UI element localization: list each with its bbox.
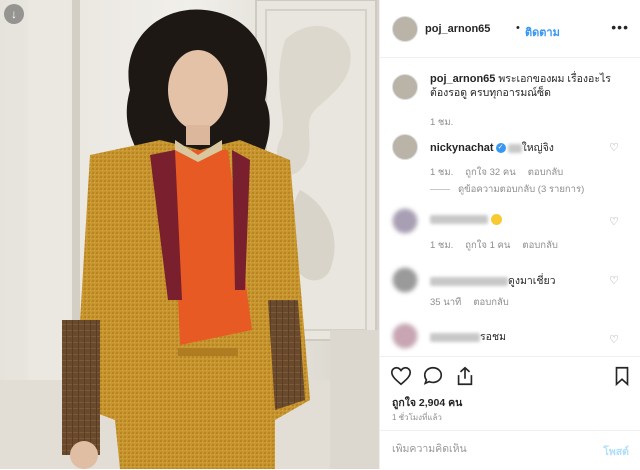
comment-likes[interactable]: ถูกใจ 32 คน — [465, 167, 515, 178]
reply-button[interactable]: ตอบกลับ — [473, 297, 509, 308]
comment-text-line: รอชม — [430, 328, 506, 345]
comment-meta: 1 ชม. ถูกใจ 32 คน ตอบกลับ — [430, 165, 575, 180]
reply-button[interactable]: ตอบกลับ — [528, 167, 564, 178]
view-replies-label: ดูข้อความตอบกลับ (3 รายการ) — [458, 184, 585, 195]
add-comment-input[interactable] — [392, 443, 582, 455]
follow-button[interactable]: ติดตาม — [525, 23, 560, 41]
avatar[interactable] — [392, 134, 418, 160]
comment-time[interactable]: 35 นาที — [430, 297, 461, 308]
posted-time[interactable]: 1 ชั่วโมงที่แล้ว — [392, 411, 442, 424]
heart-icon[interactable] — [390, 365, 412, 387]
post-photo[interactable]: ↓ — [0, 0, 379, 469]
avatar[interactable] — [392, 323, 418, 349]
blurred-username — [430, 276, 508, 286]
blurred-username — [430, 214, 488, 224]
post-header: poj_arnon65 • ติดตาม ••• — [380, 0, 640, 58]
comment-text-line: ดูงมาเชี่ยว — [430, 272, 556, 289]
post-photo-illustration — [0, 0, 379, 469]
ellipsis-icon[interactable]: ••• — [611, 19, 629, 35]
comment-text: ดูงมาเชี่ยว — [508, 275, 556, 287]
view-replies-button[interactable]: ดูข้อความตอบกลับ (3 รายการ) — [430, 182, 584, 197]
instagram-post-view: ↓ poj_arnon65 • ติดตาม ••• poj_arnon65 พ… — [0, 0, 640, 469]
comment-like-heart-icon[interactable]: ♡ — [609, 333, 619, 346]
comment-text: ใหญ่จิง — [521, 142, 554, 154]
comment-username[interactable]: nickynachat — [430, 142, 494, 154]
avatar[interactable] — [392, 16, 418, 42]
caption-text-block: poj_arnon65 พระเอกของผม เรื่องอะไร ต้องร… — [430, 72, 630, 100]
caption-username[interactable]: poj_arnon65 — [430, 73, 495, 85]
post-comment-button[interactable]: โพสต์ — [603, 443, 629, 460]
blurred-mention — [507, 143, 522, 153]
verified-badge-icon: ✓ — [495, 143, 506, 154]
comment-meta: 35 นาที ตอบกลับ — [430, 295, 521, 310]
comment-like-heart-icon[interactable]: ♡ — [609, 141, 619, 154]
caption-time[interactable]: 1 ชม. — [430, 115, 453, 130]
reply-button[interactable]: ตอบกลับ — [522, 240, 558, 251]
likes-count[interactable]: ถูกใจ 2,904 คน — [392, 394, 462, 411]
avatar[interactable] — [392, 208, 418, 234]
avatar[interactable] — [392, 267, 418, 293]
replies-divider — [430, 188, 450, 190]
add-comment-bar: โพสต์ — [380, 430, 640, 470]
comment-icon[interactable] — [422, 365, 444, 387]
grinning-face-emoji-icon — [491, 213, 502, 225]
comment-text-line: nickynachat ✓ ใหญ่จิง — [430, 139, 554, 156]
comment-time[interactable]: 1 ชม. — [430, 167, 453, 178]
comment-text: รอชม — [480, 331, 506, 343]
comment-text-line — [430, 213, 502, 225]
post-side-panel: poj_arnon65 • ติดตาม ••• poj_arnon65 พระ… — [379, 0, 640, 469]
download-arrow-icon[interactable]: ↓ — [4, 4, 24, 24]
bookmark-icon[interactable] — [611, 365, 633, 387]
avatar[interactable] — [392, 74, 418, 100]
share-icon[interactable] — [454, 365, 476, 387]
comment-like-heart-icon[interactable]: ♡ — [609, 274, 619, 287]
comment-like-heart-icon[interactable]: ♡ — [609, 215, 619, 228]
comment-time[interactable]: 1 ชม. — [430, 240, 453, 251]
blurred-username — [430, 332, 480, 342]
header-username[interactable]: poj_arnon65 — [425, 23, 490, 35]
post-actions-section: ถูกใจ 2,904 คน 1 ชั่วโมงที่แล้ว โพสต์ — [380, 356, 640, 469]
comment-likes[interactable]: ถูกใจ 1 คน — [465, 240, 510, 251]
comment-meta: 1 ชม. ถูกใจ 1 คน ตอบกลับ — [430, 238, 570, 253]
header-separator: • — [516, 22, 520, 34]
